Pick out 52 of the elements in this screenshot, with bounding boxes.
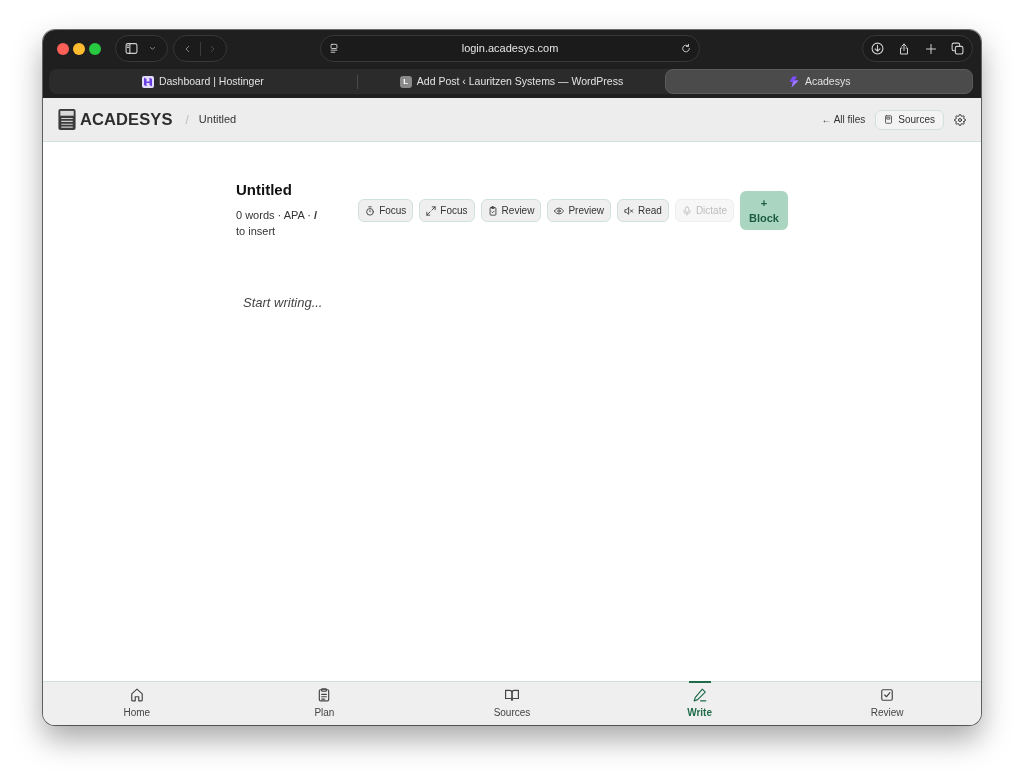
brand-name: ACADESYS bbox=[80, 109, 173, 131]
add-block-button[interactable]: + Block bbox=[740, 191, 788, 230]
sidebar-icon[interactable] bbox=[124, 42, 139, 55]
nav-tab[interactable]: Sources bbox=[418, 682, 606, 725]
breadcrumb-separator: / bbox=[185, 111, 189, 129]
nav-tab[interactable]: Plan bbox=[230, 682, 419, 725]
browser-tab[interactable]: Acadesys bbox=[665, 69, 973, 94]
settings-icon bbox=[954, 113, 966, 126]
document-title: Untitled bbox=[236, 180, 293, 200]
settings-button[interactable] bbox=[954, 113, 966, 126]
toolbar-button[interactable]: Read bbox=[616, 199, 669, 222]
clipboard-icon bbox=[317, 687, 332, 702]
editor-field[interactable]: Start writing... bbox=[236, 289, 788, 329]
browser-tab[interactable]: L Add Post ‹ Lauritzen Systems — WordPress bbox=[357, 69, 666, 94]
page-menu-icon[interactable] bbox=[329, 43, 339, 54]
chevron-down-icon[interactable] bbox=[148, 45, 157, 52]
nav-tab[interactable]: Write bbox=[605, 682, 794, 725]
checkbox-icon bbox=[880, 687, 895, 702]
microphone-icon bbox=[681, 205, 692, 216]
reload-icon[interactable] bbox=[681, 43, 691, 54]
new-tab-icon[interactable] bbox=[924, 42, 937, 55]
toolbar-button[interactable]: Review bbox=[480, 199, 542, 222]
expand-arrows-icon bbox=[426, 205, 437, 216]
stopwatch-icon bbox=[365, 205, 376, 216]
tab-overview-icon[interactable] bbox=[951, 42, 964, 55]
nav-tab[interactable]: Review bbox=[793, 682, 981, 725]
tab-favicon-icon bbox=[787, 75, 800, 88]
toolbar-button[interactable]: Preview bbox=[547, 199, 611, 222]
toolbar-button[interactable]: Focus bbox=[358, 199, 414, 222]
tab-favicon-icon bbox=[141, 75, 154, 88]
all-files-link[interactable]: ← All files bbox=[821, 112, 866, 127]
share-icon[interactable] bbox=[898, 41, 911, 56]
nav-tab[interactable]: Home bbox=[43, 682, 231, 725]
download-icon[interactable] bbox=[871, 42, 884, 55]
clipboard-check-icon bbox=[487, 205, 498, 216]
browser-tab[interactable]: Dashboard | Hostinger bbox=[49, 69, 357, 94]
sources-button[interactable]: Sources bbox=[875, 109, 944, 130]
window-close-button[interactable] bbox=[57, 42, 69, 55]
notebook-icon bbox=[884, 114, 894, 125]
window-minimize-button[interactable] bbox=[73, 42, 85, 55]
speaker-mute-icon bbox=[623, 205, 634, 216]
window-zoom-button[interactable] bbox=[89, 42, 101, 55]
document-meta: 0 words · APA · / to insert bbox=[236, 208, 319, 239]
breadcrumb-title: Untitled bbox=[198, 112, 237, 128]
open-book-icon bbox=[505, 687, 519, 702]
address-bar[interactable]: login.acadesys.com bbox=[320, 35, 700, 62]
home-icon bbox=[129, 687, 144, 702]
eye-icon bbox=[554, 205, 565, 216]
toolbar-button[interactable]: Focus bbox=[419, 199, 475, 222]
tab-favicon: L bbox=[399, 75, 412, 88]
pen-icon bbox=[692, 687, 707, 702]
logo-icon bbox=[58, 109, 76, 130]
